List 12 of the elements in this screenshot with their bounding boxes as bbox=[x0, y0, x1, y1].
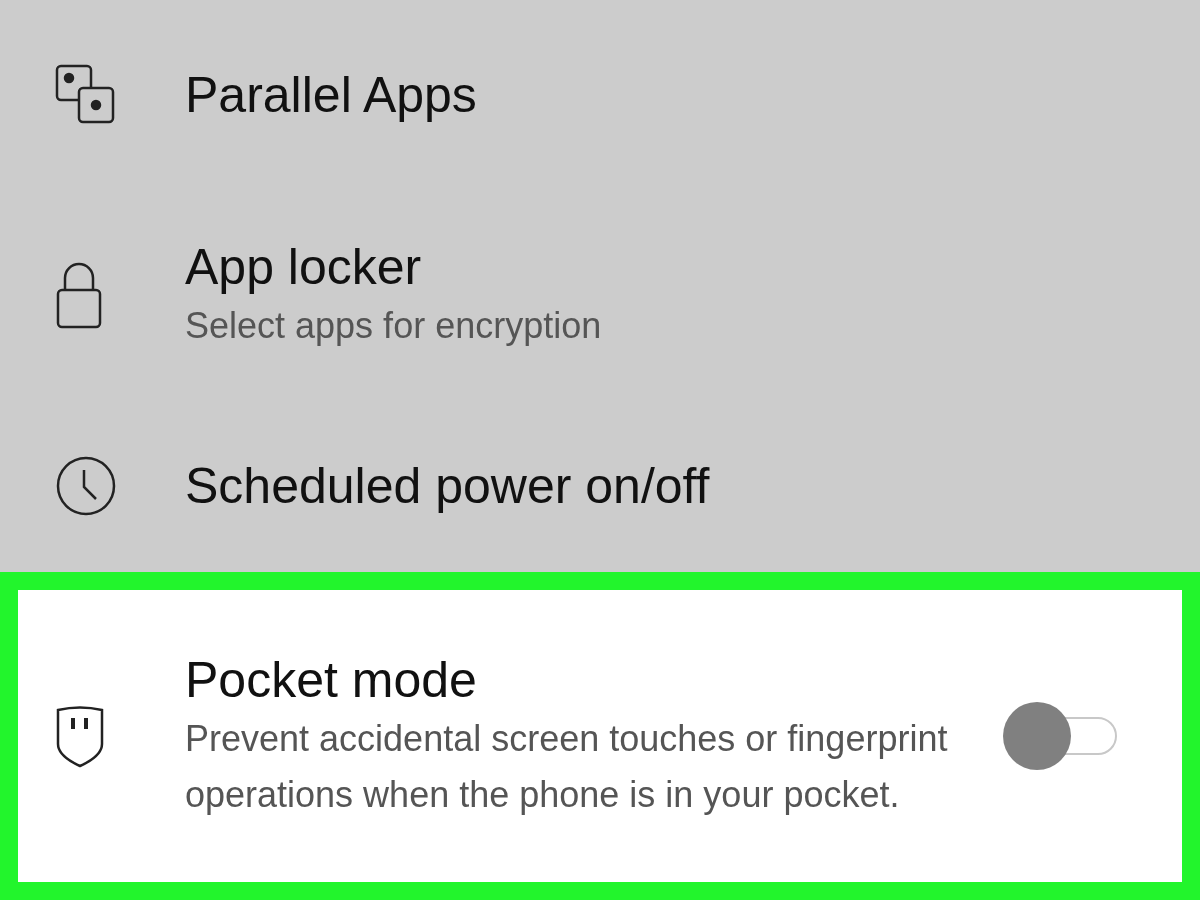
setting-title: Scheduled power on/off bbox=[185, 457, 711, 516]
pocket-icon bbox=[55, 704, 105, 768]
highlighted-setting-row[interactable]: Pocket mode Prevent accidental screen touches or fingerprint operations when the phone is in your pocket. bbox=[0, 572, 1200, 900]
setting-description: Prevent accidental screen touches or fingerprint operations when the phone is in your pocket. bbox=[185, 717, 949, 817]
setting-title: App locker bbox=[185, 238, 423, 297]
lock-icon bbox=[55, 260, 103, 330]
toggle-switch[interactable] bbox=[1003, 702, 1117, 770]
clock-icon bbox=[55, 455, 117, 517]
setting-title: Parallel Apps bbox=[185, 66, 478, 125]
overlapping-squares-icon bbox=[55, 64, 117, 126]
setting-description: Select apps for encryption bbox=[185, 304, 603, 348]
setting-title: Pocket mode bbox=[185, 651, 478, 710]
